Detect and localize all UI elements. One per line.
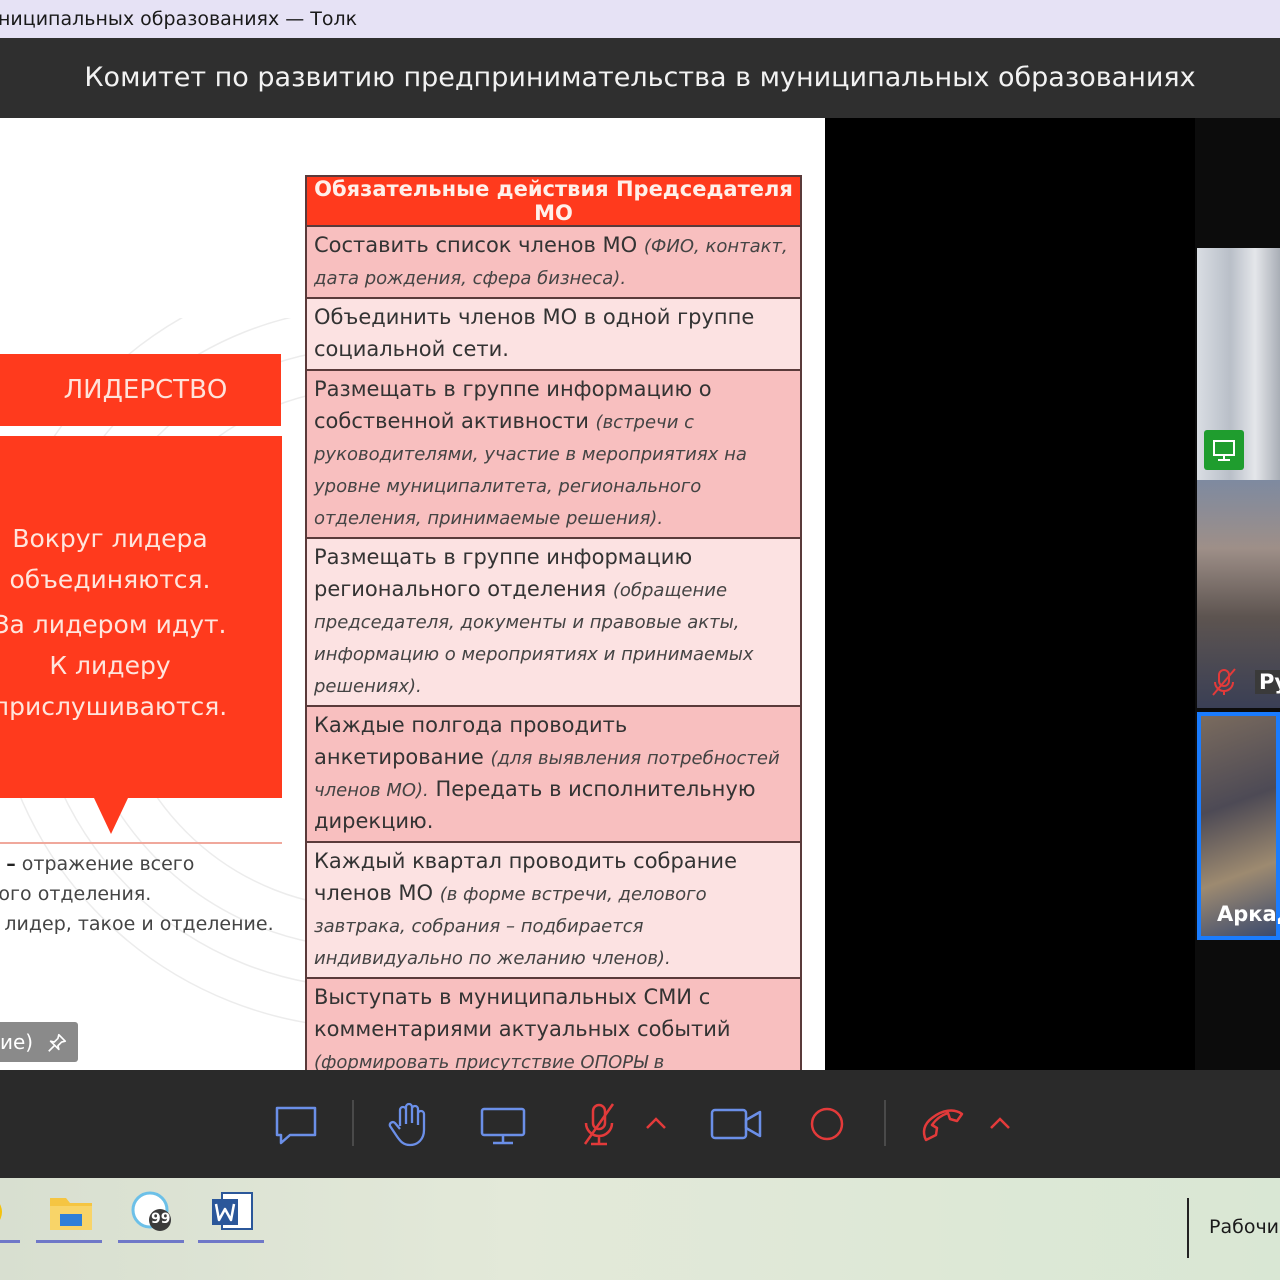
microphone-button[interactable]: [574, 1100, 624, 1150]
table-row: Составить список членов МО (ФИО, контакт…: [305, 225, 802, 299]
chevron-up-icon: [990, 1117, 1010, 1129]
conference-title: Комитет по развитию предпринимательства …: [84, 62, 1196, 93]
hang-up-options-button[interactable]: [988, 1100, 1012, 1150]
record-button[interactable]: [802, 1100, 852, 1150]
participant-name: Ру: [1255, 670, 1280, 694]
taskbar-divider: [1187, 1198, 1189, 1258]
pin-icon[interactable]: [46, 1032, 68, 1054]
note-bold: р –: [0, 853, 16, 875]
shared-slide: ЛИДЕРСТВО Вокруг лидера объединяются. За…: [0, 118, 825, 1070]
chat-icon: [275, 1106, 317, 1145]
slide-note: р – отражение всего ного отделения. й ли…: [0, 849, 274, 939]
monitor-icon: [1213, 440, 1235, 461]
toolbar-separator: [884, 1100, 886, 1146]
table-row: Размещать в группе информацию о собствен…: [305, 369, 802, 539]
table-row: Каждый квартал проводить собрание членов…: [305, 841, 802, 979]
taskbar-indicator: [0, 1240, 20, 1243]
muted-badge: [1204, 662, 1244, 702]
taskbar-indicator: [36, 1240, 102, 1243]
pinned-speaker-label: ие): [0, 1030, 34, 1054]
word-icon: [212, 1192, 253, 1230]
screen-share-badge: [1204, 430, 1244, 470]
taskbar-indicator: [118, 1240, 184, 1243]
leadership-line: За лидером идут.: [0, 610, 227, 639]
mic-muted-icon: [583, 1103, 615, 1146]
microphone-options-button[interactable]: [644, 1100, 668, 1150]
leadership-banner-label: ЛИДЕРСТВО: [63, 375, 228, 405]
leadership-line: К лидеру: [49, 651, 171, 680]
leadership-line: объединяются.: [9, 565, 211, 594]
toolbar-separator: [352, 1100, 354, 1146]
row-note: (формировать присутствие ОПОРЫ в информа…: [314, 1052, 665, 1070]
window-title: ниципальных образованиях — Толк: [0, 8, 358, 30]
divider: [0, 842, 282, 844]
taskbar-indicator: [198, 1240, 264, 1243]
leadership-banner: ЛИДЕРСТВО: [0, 354, 281, 426]
note-line-2: ного отделения.: [0, 883, 152, 905]
row-text: Выступать в муниципальных СМИ с коммента…: [314, 985, 731, 1041]
duties-table: Обязательные действия Председателя МО Со…: [305, 175, 802, 1070]
conference-header: Комитет по развитию предпринимательства …: [0, 38, 1280, 118]
phone-icon: [922, 1109, 964, 1142]
leadership-box-tail: [94, 798, 128, 834]
duties-table-header: Обязательные действия Председателя МО: [305, 175, 802, 227]
hand-icon: [388, 1102, 426, 1147]
screen-share-button[interactable]: [478, 1100, 528, 1150]
note-line-3: й лидер, такое и отделение.: [0, 913, 274, 935]
monitor-icon: [480, 1107, 526, 1145]
leadership-line: Вокруг лидера: [12, 524, 208, 553]
hang-up-button[interactable]: [918, 1100, 968, 1150]
chevron-up-icon: [646, 1117, 666, 1129]
messenger-badge: 99: [151, 1211, 171, 1227]
camera-button[interactable]: [710, 1100, 764, 1150]
leadership-line: прислушиваются.: [0, 692, 228, 721]
record-icon: [810, 1107, 844, 1141]
pinned-speaker-tag[interactable]: ие): [0, 1022, 78, 1062]
taskbar-messenger[interactable]: 99: [128, 1190, 178, 1236]
folder-icon: [50, 1198, 92, 1230]
table-row: Объединить членов МО в одной группе соци…: [305, 297, 802, 371]
camera-icon: [710, 1108, 762, 1140]
taskbar-file-explorer[interactable]: [46, 1190, 96, 1236]
leadership-text: Вокруг лидера объединяются. За лидером и…: [0, 518, 260, 727]
table-row: Выступать в муниципальных СМИ с коммента…: [305, 977, 802, 1070]
note-line-1: отражение всего: [15, 853, 195, 875]
window-titlebar: ниципальных образованиях — Толк: [0, 0, 1280, 38]
row-text: Составить список членов МО: [314, 233, 644, 257]
chrome-icon: [0, 1204, 2, 1220]
taskbar-chrome[interactable]: [0, 1190, 10, 1236]
desktop-toolbar-label[interactable]: Рабочи: [1209, 1216, 1279, 1238]
video-area: [825, 118, 1195, 1070]
mic-muted-icon: [1212, 668, 1236, 696]
taskbar-word[interactable]: [208, 1190, 258, 1236]
participant-name: Аркад: [1217, 902, 1280, 926]
call-toolbar: [0, 1070, 1280, 1178]
raise-hand-button[interactable]: [384, 1100, 434, 1150]
table-row: Размещать в группе информацию региональн…: [305, 537, 802, 707]
os-taskbar: [0, 1178, 1280, 1280]
chat-button[interactable]: [272, 1100, 322, 1150]
table-row: Каждые полгода проводить анкетирование (…: [305, 705, 802, 843]
row-text: Объединить членов МО в одной группе соци…: [314, 305, 755, 361]
